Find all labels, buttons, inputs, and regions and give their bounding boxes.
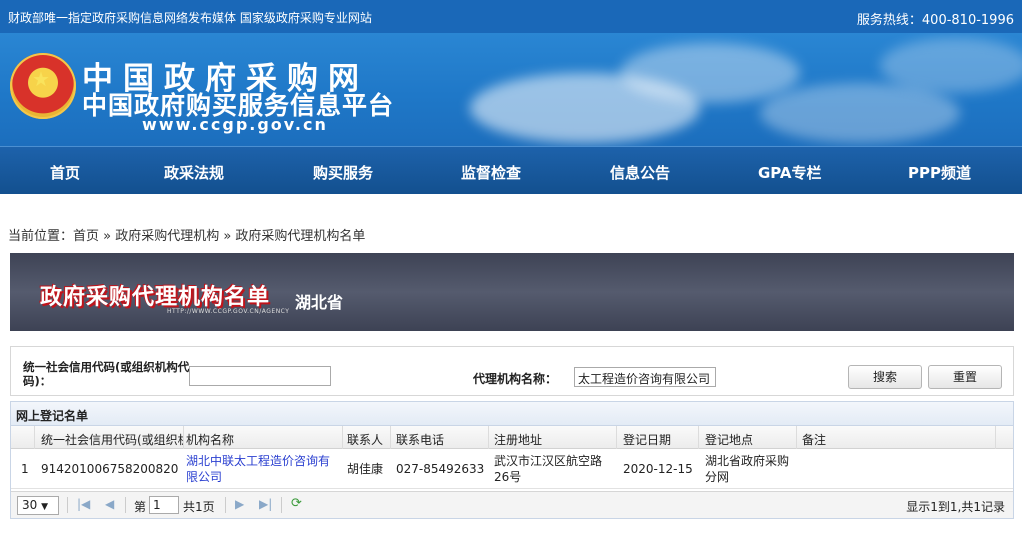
pager-divider (225, 497, 226, 513)
prev-page-icon[interactable]: ◀ (105, 497, 114, 511)
panel-header: 政府采购代理机构名单 湖北省 HTTP://WWW.CCGP.GOV.CN/AG… (10, 253, 1014, 331)
search-form: 统一社会信用代码(或组织机构代码)： 代理机构名称： 太工程造价咨询有限公司 搜… (10, 346, 1014, 396)
page-size-value: 30 (22, 498, 38, 512)
grid-header: 统一社会信用代码(或组织机构代码) 机构名称 联系人 联系电话 注册地址 登记日… (11, 426, 1013, 449)
row-contact: 胡佳康 (347, 462, 384, 476)
header-contact[interactable]: 联系人 (347, 431, 383, 448)
last-page-icon[interactable]: ▶| (259, 497, 272, 511)
nav-item-ppp[interactable]: PPP频道 (908, 162, 971, 183)
grid-title: 网上登记名单 (11, 402, 1013, 426)
column-divider (796, 426, 797, 449)
page-size-select[interactable]: 30 ▼ (17, 496, 59, 515)
header-banner: ★ 中国政府采购网 中国政府购买服务信息平台 www.ccgp.gov.cn (0, 33, 1022, 146)
province-label: 湖北省 (295, 293, 344, 312)
nav-item-supervision[interactable]: 监督检查 (461, 162, 521, 183)
refresh-icon[interactable]: ⟳ (291, 496, 302, 511)
nav-item-gpa[interactable]: GPA专栏 (758, 162, 822, 183)
header-remark[interactable]: 备注 (802, 431, 826, 448)
row-credit-code: 914201006758200820 (41, 462, 179, 476)
row-place: 湖北省政府采购分网 (705, 454, 790, 484)
reset-button[interactable]: 重置 (928, 365, 1002, 389)
star-icon: ★ (32, 67, 50, 91)
main-nav: 首页 政采法规 购买服务 监督检查 信息公告 GPA专栏 PPP频道 (0, 146, 1022, 194)
chevron-down-icon: ▼ (41, 502, 49, 512)
row-address: 武汉市江汉区航空路26号 (494, 454, 603, 484)
logo-url[interactable]: www.ccgp.gov.cn (142, 115, 328, 134)
pager-divider (281, 497, 282, 513)
column-divider (183, 426, 184, 449)
pager-divider (125, 497, 126, 513)
agency-grid: 网上登记名单 统一社会信用代码(或组织机构代码) 机构名称 联系人 联系电话 注… (10, 401, 1014, 519)
cloud-decoration (620, 43, 800, 103)
first-page-icon[interactable]: |◀ (77, 497, 90, 511)
nav-item-announcements[interactable]: 信息公告 (610, 162, 670, 183)
row-agency-name-link[interactable]: 湖北中联太工程造价咨询有限公司 (186, 453, 338, 485)
header-address[interactable]: 注册地址 (494, 431, 542, 448)
header-date[interactable]: 登记日期 (623, 431, 671, 448)
nav-item-home[interactable]: 首页 (50, 162, 80, 183)
site-slogan: 财政部唯一指定政府采购信息网络发布媒体 国家级政府采购专业网站 (8, 11, 372, 25)
header-agency-name[interactable]: 机构名称 (186, 431, 336, 448)
agency-name-label: 代理机构名称： (473, 372, 558, 386)
top-strip: 财政部唯一指定政府采购信息网络发布媒体 国家级政府采购专业网站 服务热线：400… (0, 0, 1022, 33)
column-divider (698, 426, 699, 449)
column-divider (34, 426, 35, 449)
record-info: 显示1到1,共1记录 (906, 500, 1005, 514)
pager-divider (67, 497, 68, 513)
column-divider (342, 426, 343, 449)
nav-item-regulations[interactable]: 政采法规 (164, 162, 224, 183)
row-date: 2020-12-15 (623, 462, 693, 476)
page-total: 共1页 (183, 500, 215, 514)
next-page-icon[interactable]: ▶ (235, 497, 244, 511)
credit-code-input[interactable] (189, 366, 331, 386)
nav-item-purchase-services[interactable]: 购买服务 (313, 162, 373, 183)
header-place[interactable]: 登记地点 (705, 431, 753, 448)
page-number-input[interactable]: 1 (149, 496, 179, 514)
panel-title: 政府采购代理机构名单 (40, 285, 271, 310)
row-phone: 027-85492633 (396, 462, 485, 476)
national-emblem-icon[interactable]: ★ (10, 53, 76, 119)
header-phone[interactable]: 联系电话 (396, 431, 444, 448)
cloud-decoration (760, 83, 960, 143)
table-row[interactable]: 1 914201006758200820 湖北中联太工程造价咨询有限公司 胡佳康… (11, 449, 1013, 489)
agency-name-input[interactable]: 太工程造价咨询有限公司 (574, 367, 716, 387)
column-divider (616, 426, 617, 449)
credit-code-label: 统一社会信用代码(或组织机构代码)： (23, 360, 190, 388)
page-prefix: 第 (134, 500, 147, 514)
column-divider (995, 426, 996, 449)
column-divider (390, 426, 391, 449)
column-divider (488, 426, 489, 449)
row-index: 1 (21, 462, 29, 476)
pager: 30 ▼ |◀ ◀ 第 1 共1页 ▶ ▶| ⟳ 显示1到1,共1记录 (11, 491, 1013, 518)
cloud-decoration (880, 38, 1022, 93)
service-hotline: 服务热线：400-810-1996 (856, 13, 1014, 28)
breadcrumb[interactable]: 当前位置：首页 » 政府采购代理机构 » 政府采购代理机构名单 (8, 225, 365, 244)
header-credit-code[interactable]: 统一社会信用代码(或组织机构代码) (41, 431, 183, 448)
panel-url: HTTP://WWW.CCGP.GOV.CN/AGENCY (167, 308, 290, 315)
search-button[interactable]: 搜索 (848, 365, 922, 389)
